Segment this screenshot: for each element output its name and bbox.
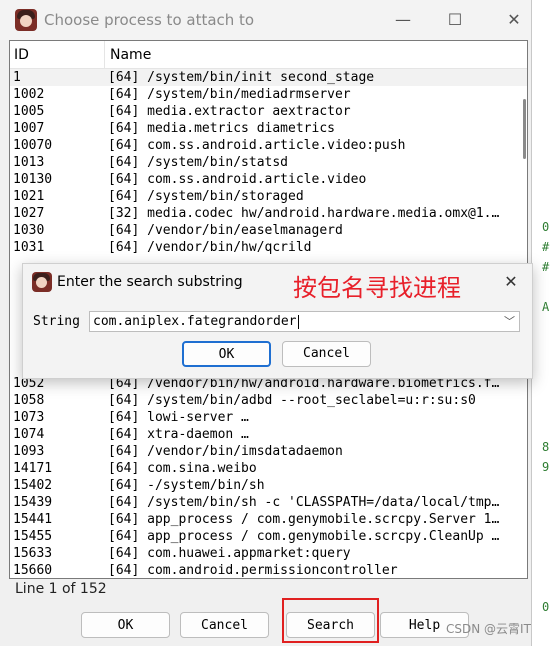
table-row[interactable]: 15441 [64] app_process / com.genymobile.s… [10, 511, 527, 528]
process-name: [64] lowi-server … [108, 410, 249, 425]
process-name: [64] /system/bin/statsd [108, 155, 289, 170]
table-row[interactable]: 1021 [64] /system/bin/storaged [10, 188, 527, 205]
process-id: 1 [13, 70, 21, 85]
process-name: [64] media.metrics diametrics [108, 121, 335, 136]
dialog-app-icon [32, 272, 52, 292]
process-id: 10070 [13, 138, 53, 153]
table-row[interactable]: 1 [64] /system/bin/init second_stage [10, 69, 527, 86]
process-name: [64] /system/bin/mediadrmserver [108, 87, 351, 102]
process-name: [64] com.sina.weibo [108, 461, 257, 476]
table-row[interactable]: 10130 [64] com.ss.android.article.video [10, 171, 527, 188]
process-id: 1058 [13, 393, 45, 408]
process-id: 1002 [13, 87, 45, 102]
minimize-icon[interactable]: — [391, 8, 415, 32]
process-id: 15660 [13, 563, 53, 578]
process-name: [64] /system/bin/adbd --root_seclabel=u:… [108, 393, 476, 408]
process-name: [64] /vendor/bin/hw/qcrild [108, 240, 312, 255]
process-id: 15633 [13, 546, 53, 561]
process-name: [64] com.huawei.appmarket:query [108, 546, 351, 561]
process-id: 15455 [13, 529, 53, 544]
column-header-id[interactable]: ID [14, 47, 29, 63]
process-name: [64] app_process / com.genymobile.scrcpy… [108, 512, 500, 527]
search-button-highlight [282, 598, 379, 643]
dialog-cancel-button[interactable]: Cancel [282, 341, 371, 367]
table-row[interactable]: 1027 [32] media.codec hw/android.hardware… [10, 205, 527, 222]
process-id: 1030 [13, 223, 45, 238]
process-id: 1093 [13, 444, 45, 459]
process-id: 15402 [13, 478, 53, 493]
table-row[interactable]: 1005 [64] media.extractor aextractor [10, 103, 527, 120]
process-id: 15439 [13, 495, 53, 510]
search-string-value: com.aniplex.fategrandorder [93, 314, 297, 329]
process-id: 14171 [13, 461, 53, 476]
process-id: 1073 [13, 410, 45, 425]
table-row[interactable]: 14171 [64] com.sina.weibo [10, 460, 527, 477]
process-name: [64] /system/bin/init second_stage [108, 70, 375, 85]
title-bar: Choose process to attach to — ☐ ✕ [0, 0, 531, 40]
process-name: [64] media.extractor aextractor [108, 104, 351, 119]
maximize-icon[interactable]: ☐ [443, 8, 467, 32]
process-name: [64] /system/bin/sh -c 'CLASSPATH=/data/… [108, 495, 500, 510]
table-row[interactable]: 1007 [64] media.metrics diametrics [10, 120, 527, 137]
table-row[interactable]: 15660 [64] com.android.permissioncontroll… [10, 562, 527, 578]
dialog-title: Enter the search substring [57, 274, 243, 290]
scrollbar-thumb[interactable] [523, 99, 526, 159]
table-row[interactable]: 1030 [64] /vendor/bin/easelmanagerd [10, 222, 527, 239]
table-row[interactable]: 1031 [64] /vendor/bin/hw/qcrild [10, 239, 527, 256]
cancel-button[interactable]: Cancel [180, 612, 269, 638]
search-string-input[interactable]: com.aniplex.fategrandorder ﹀ [89, 311, 520, 332]
process-name: [64] /vendor/bin/easelmanagerd [108, 223, 343, 238]
table-row[interactable]: 15455 [64] app_process / com.genymobile.s… [10, 528, 527, 545]
table-row[interactable]: 15633 [64] com.huawei.appmarket:query [10, 545, 527, 562]
table-row[interactable]: 1074 [64] xtra-daemon … [10, 426, 527, 443]
column-header-name[interactable]: Name [110, 47, 151, 63]
process-id: 1031 [13, 240, 45, 255]
process-name: [64] -/system/bin/sh [108, 478, 265, 493]
window-title: Choose process to attach to [44, 11, 255, 29]
dialog-ok-button[interactable]: OK [182, 341, 271, 367]
table-row[interactable]: 15439 [64] /system/bin/sh -c 'CLASSPATH=/… [10, 494, 527, 511]
chevron-down-icon[interactable]: ﹀ [504, 312, 515, 331]
process-id: 1074 [13, 427, 45, 442]
table-row[interactable]: 15402 [64] -/system/bin/sh [10, 477, 527, 494]
table-row[interactable]: 1002 [64] /system/bin/mediadrmserver [10, 86, 527, 103]
column-divider[interactable] [104, 41, 105, 68]
annotation-text: 按包名寻找进程 [293, 274, 461, 302]
ok-button[interactable]: OK [81, 612, 170, 638]
table-row[interactable]: 1093 [64] /vendor/bin/imsdatadaemon [10, 443, 527, 460]
table-row[interactable]: 1058 [64] /system/bin/adbd --root_seclabe… [10, 392, 527, 409]
text-caret [297, 314, 299, 329]
process-id: 1021 [13, 189, 45, 204]
process-name: [64] /system/bin/storaged [108, 189, 304, 204]
app-icon [15, 9, 37, 31]
table-row[interactable]: 1073 [64] lowi-server … [10, 409, 527, 426]
process-name: [64] com.ss.android.article.video:push [108, 138, 406, 153]
list-header: ID Name [10, 41, 527, 69]
process-name: [64] com.ss.android.article.video [108, 172, 367, 187]
process-id: 15441 [13, 512, 53, 527]
table-row[interactable]: 10070 [64] com.ss.android.article.video:p… [10, 137, 527, 154]
process-name: [64] com.android.permissioncontroller [108, 563, 398, 578]
dialog-close-icon[interactable]: ✕ [499, 270, 523, 294]
process-id: 1027 [13, 206, 45, 221]
status-line-count: Line 1 of 152 [15, 581, 107, 597]
process-name: [64] app_process / com.genymobile.scrcpy… [108, 529, 500, 544]
search-string-label: String [33, 314, 80, 329]
process-name: [32] media.codec hw/android.hardware.med… [108, 206, 500, 221]
process-id: 1013 [13, 155, 45, 170]
background-window-edge: 0 # # A 8 9 0 [530, 0, 552, 646]
process-id: 1007 [13, 121, 45, 136]
search-dialog: Enter the search substring 按包名寻找进程 ✕ Str… [22, 263, 533, 379]
watermark: CSDN @云霄IT [446, 622, 531, 636]
process-id: 10130 [13, 172, 53, 187]
process-name: [64] /vendor/bin/imsdatadaemon [108, 444, 343, 459]
process-name: [64] xtra-daemon … [108, 427, 249, 442]
table-row[interactable]: 1013 [64] /system/bin/statsd [10, 154, 527, 171]
close-icon[interactable]: ✕ [502, 8, 526, 32]
process-id: 1005 [13, 104, 45, 119]
